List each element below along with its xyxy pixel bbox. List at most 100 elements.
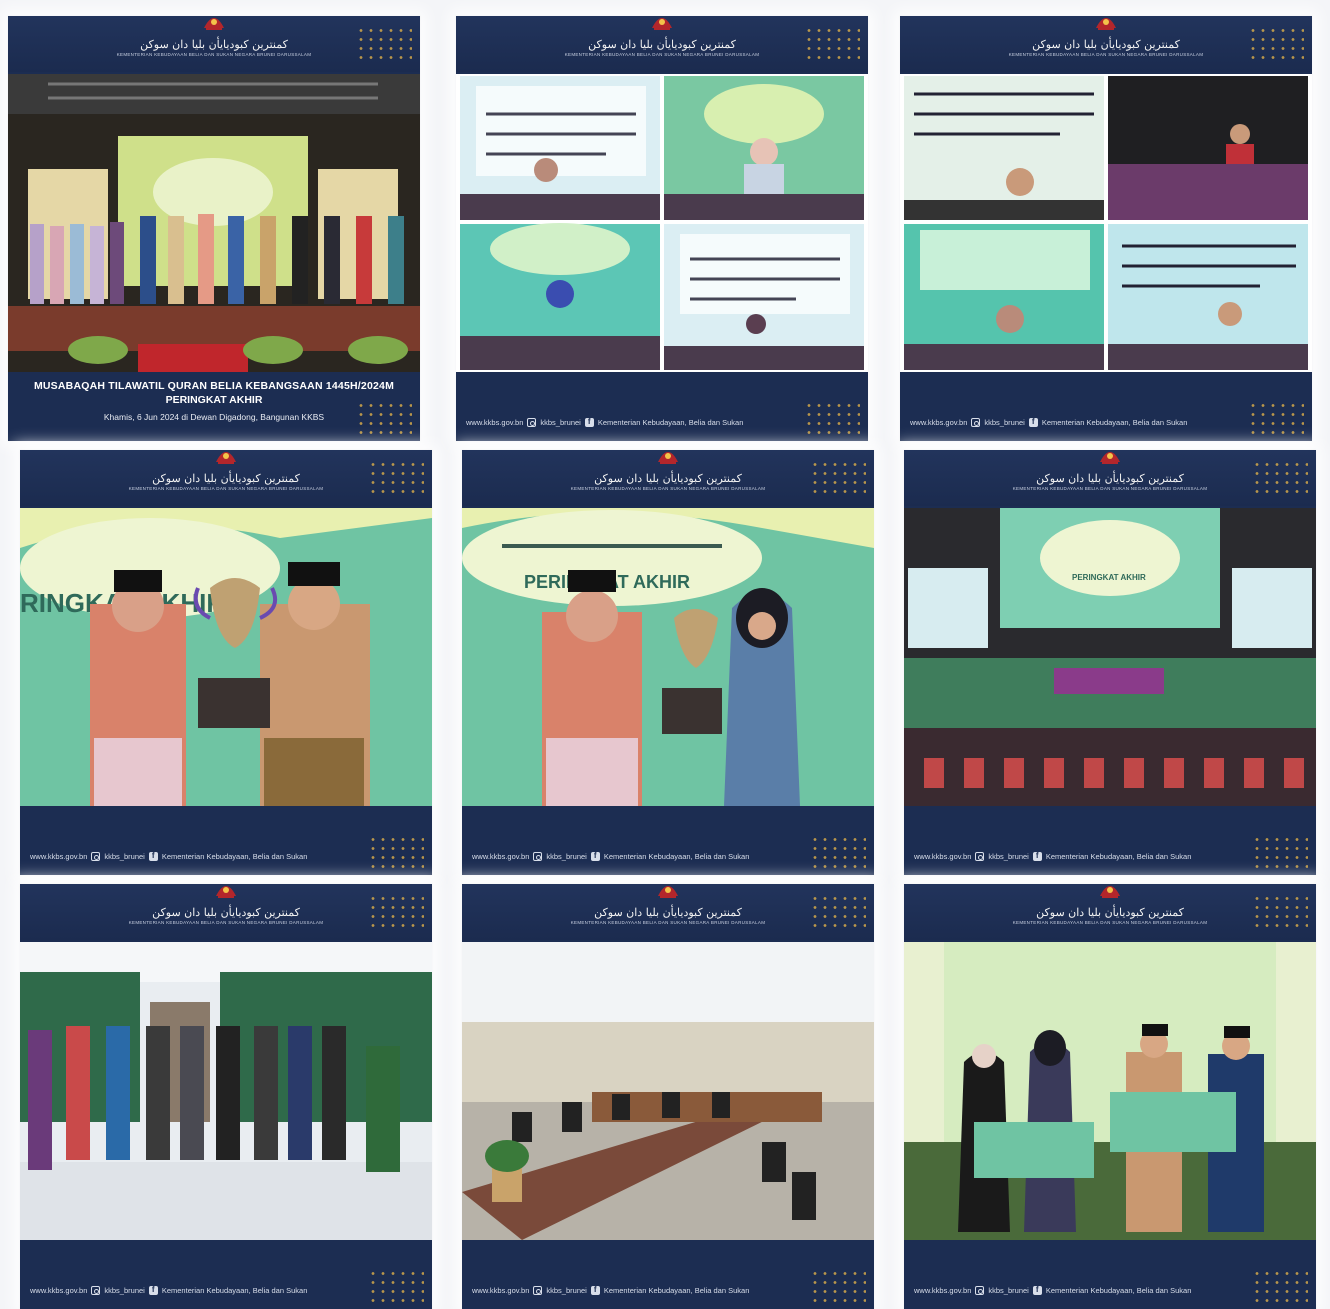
crest-icon bbox=[204, 18, 224, 30]
event-photo-hall-overview: PERINGKAT AKHIR bbox=[904, 508, 1316, 806]
crest-icon bbox=[1100, 452, 1120, 464]
crest-icon bbox=[652, 18, 672, 30]
instagram-icon bbox=[975, 1286, 985, 1295]
facebook-link[interactable]: Kementerian Kebudayaan, Belia dan Sukan bbox=[1046, 852, 1192, 861]
post-card-9[interactable]: كمنترين كبوديايأن بليا دان سوكن KEMENTER… bbox=[904, 884, 1316, 1309]
facebook-icon bbox=[590, 1285, 600, 1295]
card-header: كمنترين كبوديايأن بليا دان سوكن KEMENTER… bbox=[904, 450, 1316, 506]
decorative-dots bbox=[1248, 26, 1304, 60]
facebook-link[interactable]: Kementerian Kebudayaan, Belia dan Sukan bbox=[604, 1286, 750, 1295]
post-card-4[interactable]: كمنترين كبوديايأن بليا دان سوكن KEMENTER… bbox=[20, 450, 432, 875]
website-link[interactable]: www.kkbs.gov.bn bbox=[30, 852, 87, 861]
post-card-5[interactable]: كمنترين كبوديايأن بليا دان سوكن KEMENTER… bbox=[462, 450, 874, 875]
website-link[interactable]: www.kkbs.gov.bn bbox=[472, 1286, 529, 1295]
website-link[interactable]: www.kkbs.gov.bn bbox=[472, 852, 529, 861]
event-photo-trophy-presentation: RINGKAT AKHIR bbox=[20, 508, 432, 806]
post-card-6[interactable]: كمنترين كبوديايأن بليا دان سوكن KEMENTER… bbox=[904, 450, 1316, 875]
website-link[interactable]: www.kkbs.gov.bn bbox=[914, 852, 971, 861]
event-photo-meeting-room bbox=[462, 942, 874, 1240]
instagram-link[interactable]: kkbs_brunei bbox=[540, 418, 580, 427]
facebook-icon bbox=[148, 851, 158, 861]
crest-icon bbox=[216, 452, 236, 464]
decorative-dots bbox=[368, 1269, 424, 1303]
card-header: كمنترين كبوديايأن بليا دان سوكن KEMENTER… bbox=[462, 450, 874, 506]
instagram-link[interactable]: kkbs_brunei bbox=[984, 418, 1024, 427]
crest-icon bbox=[658, 886, 678, 898]
card-header: كمنترين كبوديايأن بليا دان سوكن KEMENTER… bbox=[8, 16, 420, 72]
card-header: كمنترين كبوديايأن بليا دان سوكن KEMENTER… bbox=[20, 884, 432, 940]
card-header: كمنترين كبوديايأن بليا دان سوكن KEMENTER… bbox=[462, 884, 874, 940]
event-photo-judges-group bbox=[20, 942, 432, 1240]
facebook-icon bbox=[584, 417, 594, 427]
social-links: www.kkbs.gov.bn kkbs_brunei Kementerian … bbox=[472, 1285, 750, 1295]
post-card-8[interactable]: كمنترين كبوديايأن بليا دان سوكن KEMENTER… bbox=[462, 884, 874, 1309]
decorative-dots bbox=[810, 835, 866, 869]
facebook-link[interactable]: Kementerian Kebudayaan, Belia dan Sukan bbox=[162, 852, 308, 861]
event-photo-male-reciters-collage bbox=[900, 74, 1312, 372]
instagram-link[interactable]: kkbs_brunei bbox=[104, 1286, 144, 1295]
decorative-dots bbox=[804, 401, 860, 435]
decorative-dots bbox=[1252, 460, 1308, 494]
card-header: كمنترين كبوديايأن بليا دان سوكن KEMENTER… bbox=[456, 16, 868, 72]
website-link[interactable]: www.kkbs.gov.bn bbox=[466, 418, 523, 427]
website-link[interactable]: www.kkbs.gov.bn bbox=[914, 1286, 971, 1295]
decorative-dots bbox=[810, 894, 866, 928]
event-photo-stage-group bbox=[8, 74, 420, 372]
facebook-link[interactable]: Kementerian Kebudayaan, Belia dan Sukan bbox=[598, 418, 744, 427]
facebook-icon bbox=[148, 1285, 158, 1295]
card-footer: www.kkbs.gov.bn kkbs_brunei Kementerian … bbox=[900, 377, 1312, 441]
decorative-dots bbox=[368, 894, 424, 928]
website-link[interactable]: www.kkbs.gov.bn bbox=[30, 1286, 87, 1295]
instagram-link[interactable]: kkbs_brunei bbox=[988, 852, 1028, 861]
event-photo-trophy-presentation-female: PERINGKAT AKHIR bbox=[462, 508, 874, 806]
facebook-link[interactable]: Kementerian Kebudayaan, Belia dan Sukan bbox=[1046, 1286, 1192, 1295]
card-footer: www.kkbs.gov.bn kkbs_brunei Kementerian … bbox=[904, 811, 1316, 875]
post-card-3[interactable]: كمنترين كبوديايأن بليا دان سوكن KEMENTER… bbox=[900, 16, 1312, 441]
card-header: كمنترين كبوديايأن بليا دان سوكن KEMENTER… bbox=[20, 450, 432, 506]
facebook-icon bbox=[1028, 417, 1038, 427]
instagram-icon bbox=[91, 1286, 101, 1295]
card-header: كمنترين كبوديايأن بليا دان سوكن KEMENTER… bbox=[900, 16, 1312, 72]
post-card-2[interactable]: كمنترين كبوديايأن بليا دان سوكن KEMENTER… bbox=[456, 16, 868, 441]
card-footer: www.kkbs.gov.bn kkbs_brunei Kementerian … bbox=[462, 1245, 874, 1309]
card-header: كمنترين كبوديايأن بليا دان سوكن KEMENTER… bbox=[904, 884, 1316, 940]
instagram-icon bbox=[533, 852, 543, 861]
instagram-icon bbox=[533, 1286, 543, 1295]
event-photo-reciters-collage bbox=[456, 74, 868, 372]
instagram-link[interactable]: kkbs_brunei bbox=[988, 1286, 1028, 1295]
decorative-dots bbox=[368, 460, 424, 494]
social-links: www.kkbs.gov.bn kkbs_brunei Kementerian … bbox=[30, 1285, 308, 1295]
website-link[interactable]: www.kkbs.gov.bn bbox=[910, 418, 967, 427]
instagram-link[interactable]: kkbs_brunei bbox=[546, 1286, 586, 1295]
social-links: www.kkbs.gov.bn kkbs_brunei Kementerian … bbox=[914, 851, 1192, 861]
card-footer: www.kkbs.gov.bn kkbs_brunei Kementerian … bbox=[20, 811, 432, 875]
event-photo-prize-cheques bbox=[904, 942, 1316, 1240]
crest-icon bbox=[658, 452, 678, 464]
facebook-icon bbox=[590, 851, 600, 861]
facebook-icon bbox=[1032, 851, 1042, 861]
backdrop-title-text: PERINGKAT AKHIR bbox=[1072, 573, 1146, 582]
post-card-1[interactable]: كمنترين كبوديايأن بليا دان سوكن KEMENTER… bbox=[8, 16, 420, 441]
social-links: www.kkbs.gov.bn kkbs_brunei Kementerian … bbox=[914, 1285, 1192, 1295]
decorative-dots bbox=[1252, 894, 1308, 928]
facebook-icon bbox=[1032, 1285, 1042, 1295]
instagram-icon bbox=[975, 852, 985, 861]
decorative-dots bbox=[1252, 835, 1308, 869]
facebook-link[interactable]: Kementerian Kebudayaan, Belia dan Sukan bbox=[1042, 418, 1188, 427]
post-card-7[interactable]: كمنترين كبوديايأن بليا دان سوكن KEMENTER… bbox=[20, 884, 432, 1309]
instagram-icon bbox=[527, 418, 537, 427]
decorative-dots bbox=[356, 26, 412, 60]
facebook-link[interactable]: Kementerian Kebudayaan, Belia dan Sukan bbox=[604, 852, 750, 861]
decorative-dots bbox=[810, 1269, 866, 1303]
instagram-link[interactable]: kkbs_brunei bbox=[104, 852, 144, 861]
facebook-link[interactable]: Kementerian Kebudayaan, Belia dan Sukan bbox=[162, 1286, 308, 1295]
social-links: www.kkbs.gov.bn kkbs_brunei Kementerian … bbox=[910, 417, 1188, 427]
instagram-link[interactable]: kkbs_brunei bbox=[546, 852, 586, 861]
instagram-icon bbox=[91, 852, 101, 861]
decorative-dots bbox=[804, 26, 860, 60]
social-links: www.kkbs.gov.bn kkbs_brunei Kementerian … bbox=[466, 417, 744, 427]
social-links: www.kkbs.gov.bn kkbs_brunei Kementerian … bbox=[30, 851, 308, 861]
card-footer: www.kkbs.gov.bn kkbs_brunei Kementerian … bbox=[20, 1245, 432, 1309]
instagram-icon bbox=[971, 418, 981, 427]
decorative-dots bbox=[810, 460, 866, 494]
